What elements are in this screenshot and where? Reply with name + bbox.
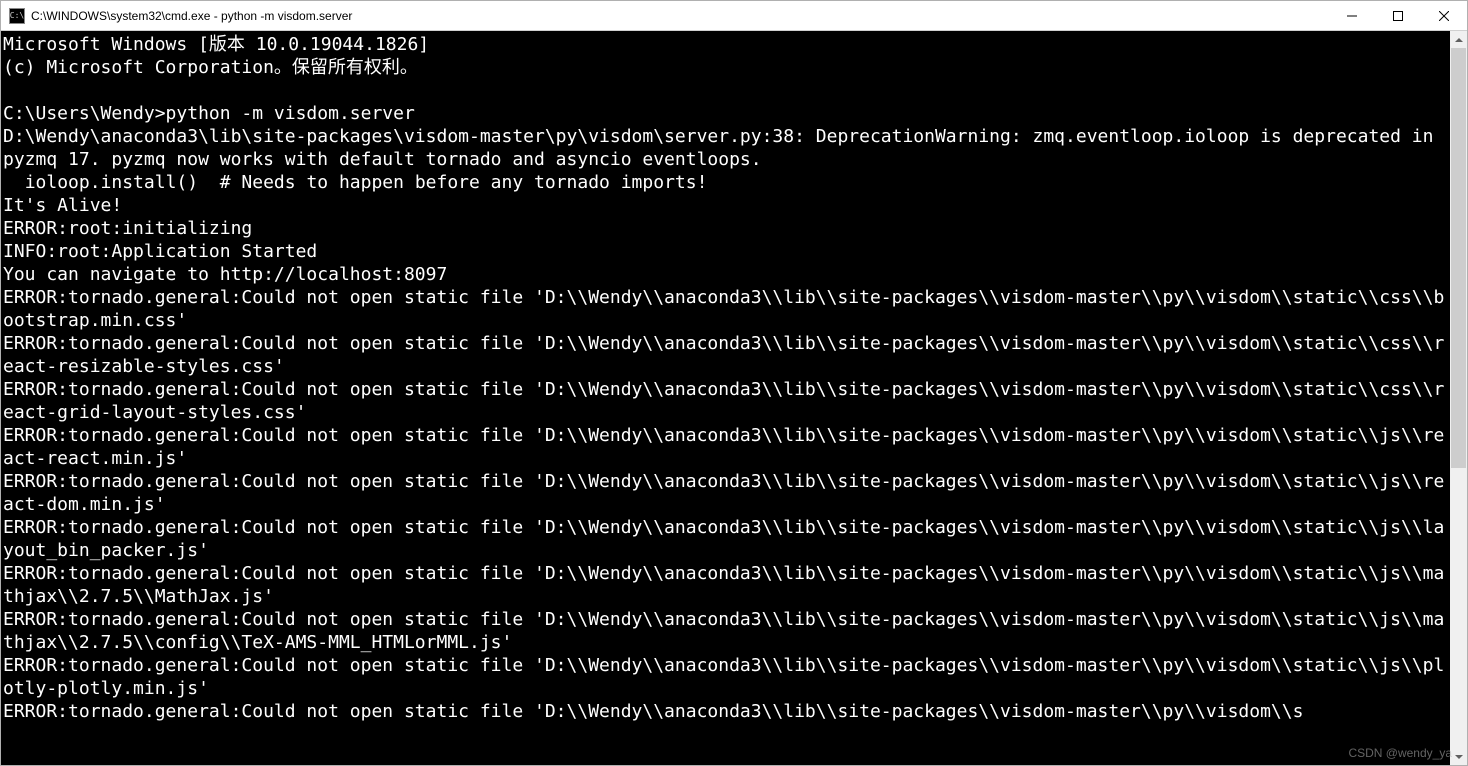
scroll-down-button[interactable] (1450, 748, 1467, 765)
titlebar[interactable]: C:\ C:\WINDOWS\system32\cmd.exe - python… (1, 1, 1467, 31)
cmd-icon: C:\ (9, 8, 25, 24)
close-button[interactable] (1421, 1, 1467, 30)
scroll-up-button[interactable] (1450, 31, 1467, 48)
terminal-area: Microsoft Windows [版本 10.0.19044.1826] (… (1, 31, 1467, 765)
window-controls (1329, 1, 1467, 30)
window-title: C:\WINDOWS\system32\cmd.exe - python -m … (31, 9, 1329, 23)
minimize-button[interactable] (1329, 1, 1375, 30)
vertical-scrollbar[interactable] (1450, 31, 1467, 765)
scrollbar-track[interactable] (1450, 48, 1467, 748)
scrollbar-thumb[interactable] (1451, 48, 1466, 468)
cmd-window: C:\ C:\WINDOWS\system32\cmd.exe - python… (0, 0, 1468, 766)
terminal-output[interactable]: Microsoft Windows [版本 10.0.19044.1826] (… (1, 31, 1450, 765)
maximize-button[interactable] (1375, 1, 1421, 30)
